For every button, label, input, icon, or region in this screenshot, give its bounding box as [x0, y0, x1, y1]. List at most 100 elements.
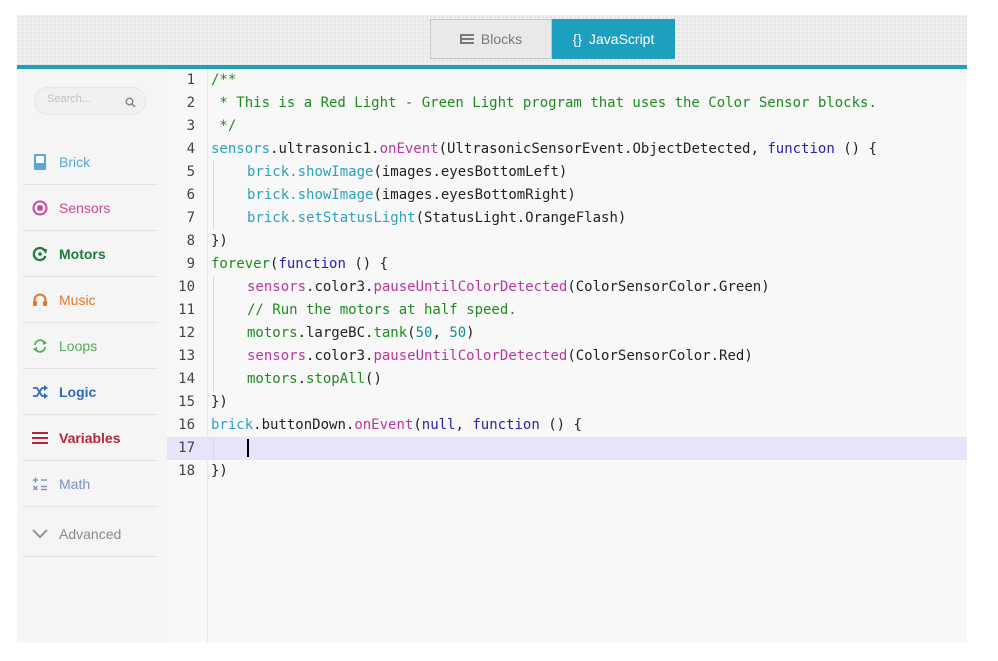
line-number: 16: [178, 417, 195, 433]
line-number: 8: [186, 233, 195, 249]
code-token: () {: [834, 141, 877, 157]
line-number: 3: [186, 118, 195, 134]
code-text: brick.setStatusLight(StatusLight.OrangeF…: [247, 207, 626, 230]
music-icon: [31, 291, 49, 309]
blocks-view-label: Blocks: [480, 31, 523, 47]
code-token: (: [407, 325, 416, 341]
brick-icon: [31, 153, 49, 171]
category-label-math: Math: [59, 475, 91, 492]
code-token: setStatusLight: [297, 210, 416, 226]
line-number: 10: [178, 279, 195, 295]
code-text: }): [211, 394, 228, 410]
line-number: 15: [178, 394, 195, 410]
code-line: 12 motors.largeBC.tank(50, 50): [167, 322, 967, 345]
code-token: 50: [415, 325, 433, 341]
category-music[interactable]: Music: [23, 277, 158, 323]
code-text: sensors.ultrasonic1.onEvent(UltrasonicSe…: [211, 138, 877, 161]
code-text: }): [211, 463, 228, 479]
code-token: (images.eyesBottomLeft): [373, 164, 568, 180]
code-token: brick: [211, 417, 254, 433]
code-token: .buttonDown.: [253, 417, 355, 433]
code-token: (images.eyesBottomRight): [373, 187, 576, 203]
motors-icon: [31, 245, 49, 263]
line-number: 18: [178, 463, 195, 479]
code-editor[interactable]: 1 /** 2 * This is a Red Light - Green Li…: [167, 69, 967, 643]
code-token: .: [289, 210, 298, 226]
category-label-brick: Brick: [59, 153, 91, 170]
category-sensors[interactable]: Sensors: [23, 185, 158, 231]
code-line: 4 sensors.ultrasonic1.onEvent(Ultrasonic…: [167, 138, 967, 161]
code-line: 8 }): [167, 230, 967, 253]
code-text: brick.showImage(images.eyesBottomLeft): [247, 161, 567, 184]
javascript-view-label: JavaScript: [589, 31, 655, 47]
code-text: motors.stopAll(): [247, 368, 382, 391]
line-number: 11: [178, 302, 195, 318]
code-line: 7 brick.setStatusLight(StatusLight.Orang…: [167, 207, 967, 230]
code-token: pauseUntilColorDetected: [373, 279, 568, 295]
category-loops[interactable]: Loops: [23, 323, 158, 369]
code-token: brick: [247, 210, 290, 226]
search-icon[interactable]: [125, 95, 136, 113]
code-text: brick.buttonDown.onEvent(null, function …: [211, 414, 582, 437]
code-line: 9 forever(function () {: [167, 253, 967, 276]
code-line: 6 brick.showImage(images.eyesBottomRight…: [167, 184, 967, 207]
line-number: 5: [186, 164, 195, 180]
code-line: 3 */: [167, 115, 967, 138]
category-motors[interactable]: Motors: [23, 231, 158, 277]
code-token: function: [472, 417, 540, 433]
category-label-advanced: Advanced: [59, 525, 122, 542]
code-text: forever(function () {: [211, 253, 388, 276]
code-line: 14 motors.stopAll(): [167, 368, 967, 391]
text-caret: [247, 439, 249, 457]
code-token: (): [365, 371, 382, 387]
line-number: 13: [178, 348, 195, 364]
current-code-line[interactable]: 17: [167, 437, 967, 460]
code-text: * This is a Red Light - Green Light prog…: [211, 95, 877, 111]
category-math[interactable]: Math: [23, 461, 158, 507]
code-token: stopAll: [306, 371, 366, 387]
search-input[interactable]: [47, 93, 117, 105]
code-token: pauseUntilColorDetected: [373, 348, 568, 364]
code-line: 1 /**: [167, 69, 967, 92]
javascript-view-button[interactable]: {} JavaScript: [552, 19, 675, 59]
braces-icon: {}: [572, 31, 582, 47]
category-label-sensors: Sensors: [59, 199, 111, 216]
code-token: motors: [247, 371, 298, 387]
code-token: brick: [247, 164, 290, 180]
code-token: motors: [247, 325, 298, 341]
indent-guide: [213, 161, 214, 230]
line-number: 12: [178, 325, 195, 341]
code-token: .color3.: [306, 348, 374, 364]
code-text: */: [211, 118, 237, 134]
category-label-logic: Logic: [59, 383, 97, 400]
code-token: (ColorSensorColor.Red): [567, 348, 753, 364]
category-label-loops: Loops: [59, 337, 98, 354]
toolbox-sidebar: Brick Sensors Motors Music Loops: [17, 69, 167, 643]
math-icon: [31, 475, 49, 493]
line-number: 17: [178, 440, 195, 456]
line-number: 7: [186, 210, 195, 226]
code-line: 13 sensors.color3.pauseUntilColorDetecte…: [167, 345, 967, 368]
category-advanced[interactable]: Advanced: [23, 511, 158, 557]
code-token: () {: [539, 417, 582, 433]
code-token: (: [413, 417, 422, 433]
code-token: showImage: [297, 187, 374, 203]
blocks-view-button[interactable]: Blocks: [430, 19, 552, 59]
toolbox-search[interactable]: [34, 87, 146, 115]
indent-guide: [213, 437, 214, 460]
code-token: .ultrasonic1.: [270, 141, 380, 157]
code-token: null: [421, 417, 456, 433]
blocks-icon: [459, 34, 474, 44]
code-token: .color3.: [306, 279, 374, 295]
category-brick[interactable]: Brick: [23, 139, 158, 185]
category-variables[interactable]: Variables: [23, 415, 158, 461]
code-text: }): [211, 233, 228, 249]
line-number: 2: [186, 95, 195, 111]
category-label-motors: Motors: [59, 245, 106, 262]
code-token: sensors: [247, 348, 307, 364]
code-token: onEvent: [354, 417, 414, 433]
chevron-down-icon: [31, 525, 49, 543]
category-logic[interactable]: Logic: [23, 369, 158, 415]
code-line: 5 brick.showImage(images.eyesBottomLeft): [167, 161, 967, 184]
code-token: brick: [247, 187, 290, 203]
